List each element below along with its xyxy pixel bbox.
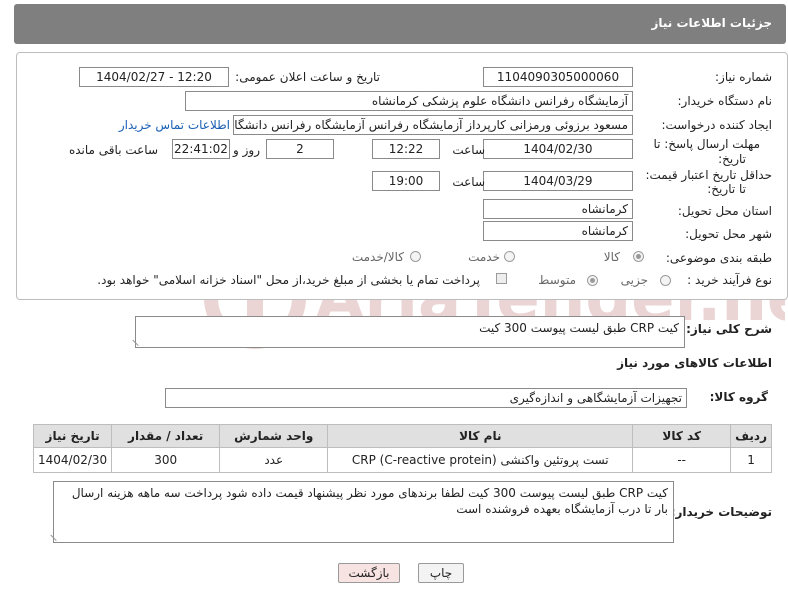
description-text: کیت CRP طبق لیست پیوست 300 کیت bbox=[479, 321, 679, 335]
goods-group-label: گروه کالا: bbox=[709, 390, 768, 404]
announce-datetime-field: 1404/02/27 - 12:20 bbox=[79, 67, 229, 87]
col-item-code: کد کالا bbox=[632, 424, 732, 448]
resize-handle-icon[interactable] bbox=[132, 333, 145, 346]
reply-deadline-remaining-label: ساعت باقی مانده bbox=[68, 143, 158, 157]
category-option-goods-service: کالا/خدمت bbox=[351, 250, 404, 264]
col-row-number: ردیف bbox=[730, 424, 772, 448]
purchase-type-radio-minor[interactable] bbox=[660, 275, 671, 286]
requester-field: مسعود برزوئی ورمزانی کارپرداز آزمایشگاه … bbox=[233, 115, 633, 135]
cell-row-number: 1 bbox=[730, 447, 772, 473]
table-row: 1 -- تست پروتئین واکنشی (C-reactive prot… bbox=[32, 447, 772, 473]
purchase-type-label: نوع فرآیند خرید : bbox=[687, 273, 772, 287]
category-radio-goods-service[interactable] bbox=[410, 251, 421, 262]
price-validity-date-field: 1404/03/29 bbox=[483, 171, 633, 191]
goods-group-field: تجهیزات آزمایشگاهی و اندازه‌گیری bbox=[165, 388, 687, 408]
cell-need-date: 1404/02/30 bbox=[32, 447, 113, 473]
col-quantity: تعداد / مقدار bbox=[111, 424, 221, 448]
delivery-city-field: کرمانشاه bbox=[483, 221, 633, 241]
buyer-org-field: آزمایشگاه رفرانس دانشگاه علوم پزشکی کرما… bbox=[185, 91, 633, 111]
cell-item-name: تست پروتئین واکنشی (C-reactive protein) … bbox=[327, 447, 634, 473]
reply-deadline-remaining-field: 22:41:02 bbox=[172, 139, 230, 159]
buyer-org-label: نام دستگاه خریدار: bbox=[677, 94, 773, 108]
price-validity-label-2: تا تاریخ: bbox=[707, 182, 746, 196]
category-radio-service[interactable] bbox=[504, 251, 515, 262]
category-option-goods: کالا bbox=[603, 250, 620, 264]
category-label: طبقه بندی موضوعی: bbox=[665, 251, 772, 265]
category-radio-goods[interactable] bbox=[633, 251, 644, 262]
page-title-bar: جزئیات اطلاعات نیاز bbox=[14, 4, 786, 44]
cell-item-code: -- bbox=[632, 447, 732, 473]
reply-deadline-label-1: مهلت ارسال پاسخ: تا bbox=[653, 137, 760, 151]
need-number-field: 1104090305000060 bbox=[483, 67, 633, 87]
goods-table: ردیف کد کالا نام کالا واحد شمارش تعداد /… bbox=[32, 424, 772, 473]
reply-deadline-date-field: 1404/02/30 bbox=[483, 139, 633, 159]
need-number-label: شماره نیاز: bbox=[715, 70, 772, 84]
page-title: جزئیات اطلاعات نیاز bbox=[651, 16, 772, 30]
purchase-type-option-minor: جزیی bbox=[620, 273, 648, 287]
price-validity-time-field: 19:00 bbox=[372, 171, 440, 191]
cell-quantity: 300 bbox=[111, 447, 221, 473]
description-textarea[interactable]: کیت CRP طبق لیست پیوست 300 کیت bbox=[132, 316, 685, 348]
col-need-date: تاریخ نیاز bbox=[32, 424, 113, 448]
goods-section-title: اطلاعات کالاهای مورد نیاز bbox=[617, 356, 772, 370]
purchase-type-radio-medium[interactable] bbox=[587, 275, 598, 286]
treasury-payment-checkbox[interactable] bbox=[496, 273, 507, 284]
cell-unit: عدد bbox=[219, 447, 329, 473]
reply-deadline-label-2: تاریخ: bbox=[718, 152, 746, 166]
delivery-province-label: استان محل تحویل: bbox=[677, 204, 772, 218]
announce-datetime-label: تاریخ و ساعت اعلان عمومی: bbox=[235, 70, 380, 84]
print-button[interactable]: چاپ bbox=[418, 563, 464, 583]
delivery-city-label: شهر محل تحویل: bbox=[685, 227, 772, 241]
col-unit: واحد شمارش bbox=[219, 424, 329, 448]
description-label: شرح کلی نیاز: bbox=[686, 322, 772, 336]
goods-table-header: ردیف کد کالا نام کالا واحد شمارش تعداد /… bbox=[32, 424, 772, 448]
delivery-province-field: کرمانشاه bbox=[483, 199, 633, 219]
reply-deadline-days-label: روز و bbox=[233, 143, 260, 157]
requester-label: ایجاد کننده درخواست: bbox=[661, 118, 772, 132]
buyer-contact-link[interactable]: اطلاعات تماس خریدار bbox=[119, 118, 230, 132]
price-validity-time-label: ساعت bbox=[452, 175, 485, 189]
purchase-type-option-medium: متوسط bbox=[538, 273, 576, 287]
buyer-notes-textarea[interactable]: کیت CRP طبق لیست پیوست 300 کیت لطفا برند… bbox=[50, 481, 674, 543]
price-validity-label-1: حداقل تاریخ اعتبار قیمت: bbox=[645, 168, 772, 182]
resize-handle-icon[interactable] bbox=[50, 528, 63, 541]
reply-deadline-time-field: 12:22 bbox=[372, 139, 440, 159]
col-item-name: نام کالا bbox=[327, 424, 634, 448]
buyer-notes-label: توضیحات خریدار: bbox=[670, 505, 772, 519]
category-option-service: خدمت bbox=[468, 250, 500, 264]
reply-deadline-time-label: ساعت bbox=[452, 143, 485, 157]
reply-deadline-days-field: 2 bbox=[266, 139, 334, 159]
buyer-notes-text: کیت CRP طبق لیست پیوست 300 کیت لطفا برند… bbox=[71, 486, 668, 516]
treasury-payment-note: پرداخت تمام یا بخشی از مبلغ خرید،از محل … bbox=[97, 273, 480, 287]
back-button[interactable]: بازگشت bbox=[338, 563, 400, 583]
